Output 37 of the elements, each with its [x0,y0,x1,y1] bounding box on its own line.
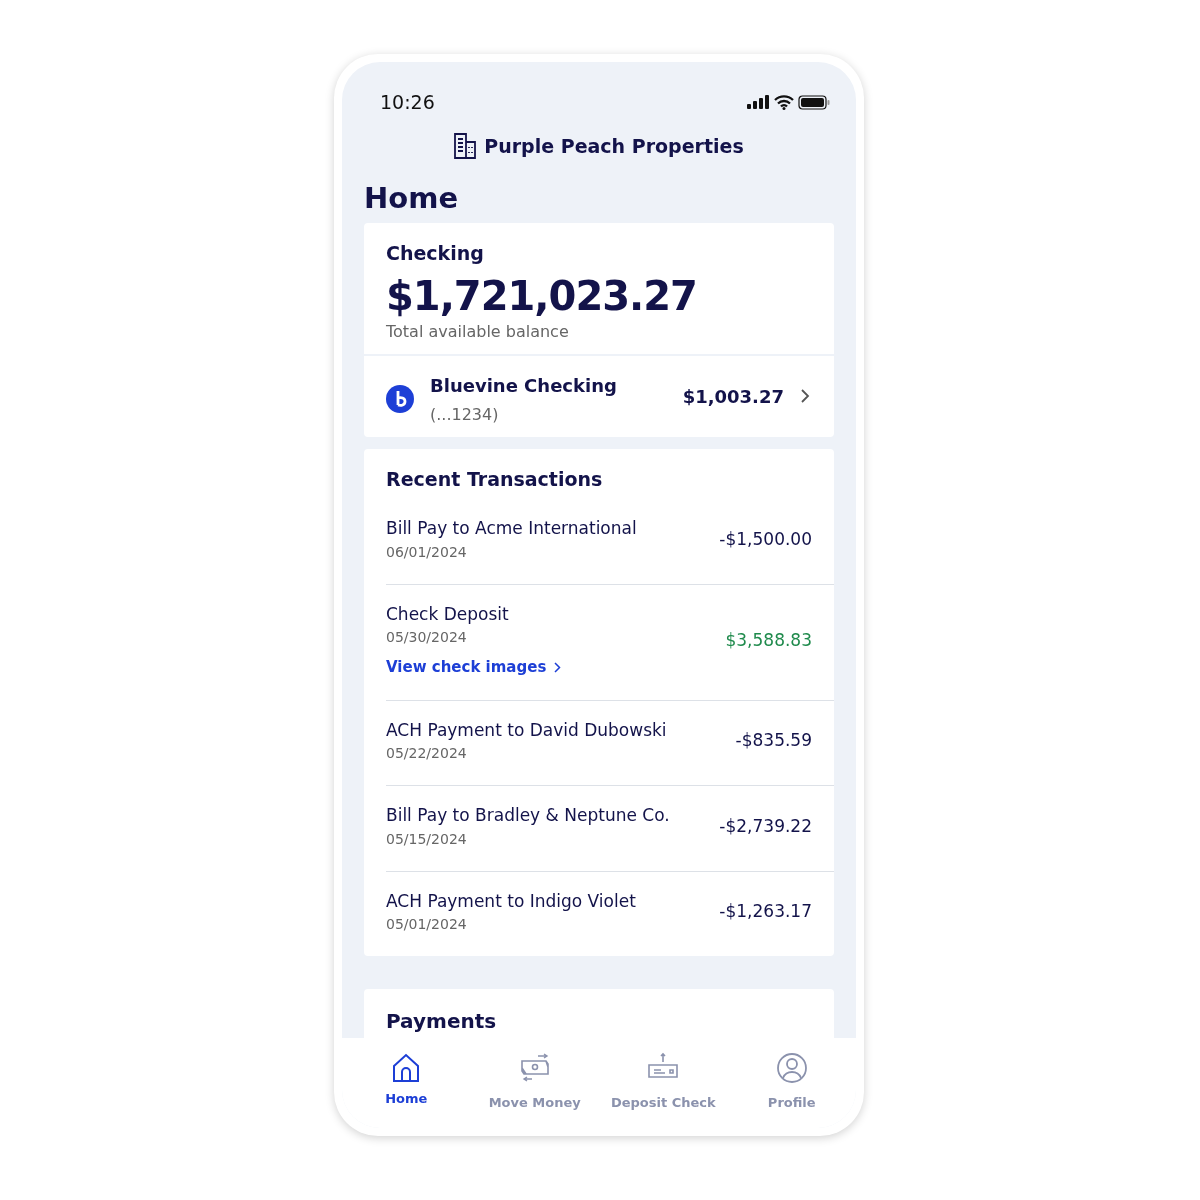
account-number: (...1234) [430,403,500,426]
balance-caption: Total available balance [386,320,570,343]
chevron-right-icon [800,388,810,405]
account-row[interactable]: Bluevine Checking (...1234) $1,003.27 [364,353,834,437]
transaction-date: 05/01/2024 [386,915,468,935]
total-balance: $1,721,023.27 [386,271,698,320]
transaction-description: ACH Payment to David Dubowski [386,718,668,742]
bank-logo-icon [386,385,414,414]
transaction-amount: -$835.59 [735,729,812,753]
wifi-icon [774,94,794,110]
transaction-description: Bill Pay to Acme International [386,517,638,541]
account-balance: $1,003.27 [682,384,784,409]
company-name: Purple Peach Properties [484,134,744,159]
page-title: Home [363,179,460,216]
view-check-images-link[interactable]: View check images [386,656,547,679]
section-title: Payments [385,1008,498,1036]
transaction-description: Check Deposit [386,602,510,626]
transaction-amount: -$2,739.22 [719,814,812,838]
signal-icon [746,95,770,109]
building-icon [454,133,477,160]
transaction-description: ACH Payment to Indigo Violet [386,889,637,913]
transaction-description: Bill Pay to Bradley & Neptune Co. [386,804,671,828]
transaction-date: 05/30/2024 [386,628,468,648]
transaction-date: 05/15/2024 [386,829,468,849]
transaction-amount: -$1,263.17 [719,900,812,924]
battery-icon [798,94,830,110]
account-type: Checking [386,241,485,267]
status-time: 10:26 [380,89,435,115]
account-name: Bluevine Checking [430,373,617,398]
tab-button[interactable]: Home [342,1050,471,1128]
transaction-date: 06/01/2024 [386,542,468,562]
section-title: Recent Transactions [385,466,604,492]
transaction-date: 05/22/2024 [386,744,468,764]
profile-icon [774,1051,809,1085]
transaction-amount: -$1,500.00 [719,527,812,551]
chevron-right-icon [554,662,562,674]
transaction-amount: $3,588.83 [725,628,812,652]
